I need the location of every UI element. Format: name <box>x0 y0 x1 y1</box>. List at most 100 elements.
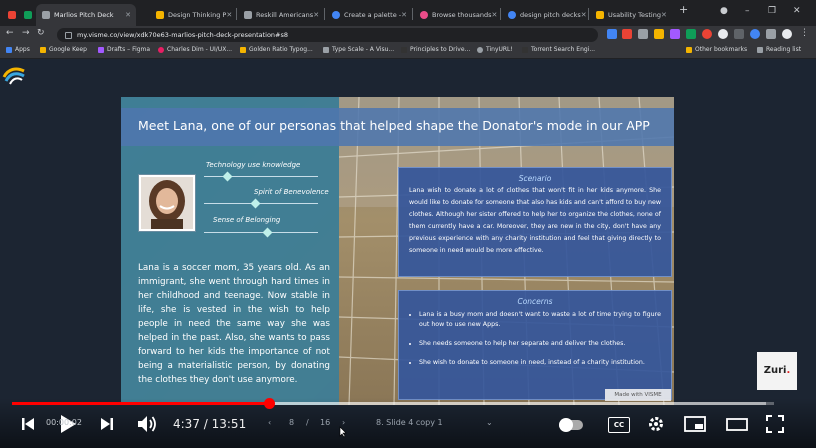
volume-icon[interactable] <box>136 414 158 434</box>
bookmark-figma[interactable]: Drafts – Figma <box>98 46 150 53</box>
extension-icon[interactable] <box>734 29 744 39</box>
visme-icon <box>42 11 50 19</box>
close-window-icon[interactable]: ✕ <box>793 6 801 16</box>
scenario-text: Lana wish to donate a lot of clothes tha… <box>409 187 661 254</box>
bookmark-principles[interactable]: Principles to Drive... <box>401 46 470 53</box>
lock-icon <box>65 31 72 39</box>
tab-label: Usability Testing <box>608 11 661 19</box>
tab-gmail[interactable] <box>2 4 18 26</box>
tab-marlios-pitch-deck[interactable]: Marlios Pitch Deck ✕ <box>36 4 136 26</box>
google-icon <box>508 11 516 19</box>
reload-icon[interactable]: ↻ <box>37 28 45 38</box>
maximize-icon[interactable]: ❐ <box>768 6 776 16</box>
bookmark-icon <box>240 46 246 53</box>
watermark-text: Zuri <box>763 365 787 376</box>
tab-create-palette[interactable]: Create a palette - ✕ <box>326 4 410 26</box>
extension-icon[interactable] <box>686 29 696 39</box>
scenario-card: Scenario Lana wish to donate a lot of cl… <box>398 167 672 277</box>
page-icon <box>401 46 407 53</box>
close-tab-icon[interactable]: ✕ <box>226 11 232 19</box>
close-tab-icon[interactable]: ✕ <box>313 11 319 19</box>
url-text: my.visme.co/view/xdk70e63-marlios-pitch-… <box>77 31 289 39</box>
forward-icon[interactable]: → <box>22 28 30 38</box>
new-tab-button[interactable]: + <box>679 3 688 16</box>
bookmark-type-scale[interactable]: Type Scale - A Visu... <box>323 46 394 53</box>
address-bar-row: ← → ↻ my.visme.co/view/xdk70e63-marlios-… <box>0 26 816 44</box>
extension-icon[interactable] <box>702 29 712 39</box>
close-tab-icon[interactable]: ✕ <box>661 11 667 19</box>
prev-slide-chevron-icon[interactable]: ‹ <box>268 418 271 427</box>
page-separator: / <box>306 418 309 427</box>
theater-mode-icon[interactable] <box>726 418 748 431</box>
slide-title: Meet Lana, one of our personas that help… <box>138 118 650 133</box>
tab-label: Browse thousands <box>432 11 492 19</box>
progress-played <box>12 402 269 405</box>
skill-slider-track <box>204 203 318 204</box>
tab-browse-thousands[interactable]: Browse thousands ✕ <box>414 4 498 26</box>
folder-icon <box>686 46 692 53</box>
extension-icon[interactable] <box>622 29 632 39</box>
reading-list[interactable]: Reading list <box>757 46 801 53</box>
back-icon[interactable]: ← <box>6 28 14 38</box>
chevron-down-icon[interactable]: ⌄ <box>486 418 493 427</box>
bookmark-icon <box>596 11 604 19</box>
previous-icon[interactable] <box>20 416 36 432</box>
tab-separator <box>236 8 237 20</box>
extension-icon[interactable] <box>670 29 680 39</box>
skill-label: Sense of Belonging <box>213 216 281 224</box>
presentation-slide: Meet Lana, one of our personas that help… <box>121 97 674 405</box>
channel-watermark[interactable]: Zuri. <box>757 352 797 390</box>
reading-list-icon <box>757 46 763 53</box>
bookmark-apps[interactable]: Apps <box>6 46 30 53</box>
extension-icon[interactable] <box>718 29 728 39</box>
bookmark-google-keep[interactable]: Google Keep <box>40 46 87 53</box>
autoplay-toggle[interactable] <box>559 418 583 432</box>
settings-gear-icon[interactable] <box>647 415 665 433</box>
profile-icon[interactable]: ● <box>720 6 728 16</box>
tab-design-pitch-decks[interactable]: design pitch decks ✕ <box>502 4 586 26</box>
figma-icon <box>98 46 104 53</box>
tab-usability-testing[interactable]: Usability Testing ✕ <box>590 4 670 26</box>
skill-slider-track <box>204 232 318 233</box>
menu-dots-icon[interactable]: ⋮ <box>800 28 809 38</box>
captions-button[interactable]: CC <box>608 417 630 433</box>
list-item: She wish to donate to someone in need, i… <box>419 358 661 368</box>
progress-scrubber[interactable] <box>263 398 275 409</box>
extension-icon[interactable] <box>654 29 664 39</box>
extension-icon[interactable] <box>607 29 617 39</box>
close-tab-icon[interactable]: ✕ <box>581 11 586 19</box>
slide-page-total: 16 <box>320 418 331 427</box>
scenario-title: Scenario <box>518 174 552 183</box>
tab-label: Reskill Americans <box>256 11 314 19</box>
gmail-icon <box>8 11 16 19</box>
tab-design-thinking[interactable]: Design Thinking P ✕ <box>150 4 234 26</box>
extension-icon[interactable] <box>750 29 760 39</box>
extension-icon[interactable] <box>638 29 648 39</box>
close-tab-icon[interactable]: ✕ <box>125 11 131 19</box>
minimize-icon[interactable]: – <box>745 6 750 16</box>
bookmark-golden-ratio[interactable]: Golden Ratio Typog... <box>240 46 313 53</box>
time-display: 4:37 / 13:51 <box>173 417 247 431</box>
close-tab-icon[interactable]: ✕ <box>492 11 498 19</box>
close-tab-icon[interactable]: ✕ <box>401 11 407 19</box>
next-icon[interactable] <box>99 416 115 432</box>
bookmark-tinyurl[interactable]: TinyURL! <box>477 46 513 53</box>
tab-label: Create a palette - <box>344 11 402 19</box>
tab-sheets[interactable] <box>18 4 34 26</box>
tab-label: Marlios Pitch Deck <box>54 11 114 19</box>
tab-reskill-americans[interactable]: Reskill Americans ✕ <box>238 4 322 26</box>
dribbble-icon <box>420 11 428 19</box>
bookmark-torrent[interactable]: Torrent Search Engi... <box>522 46 595 53</box>
progress-bar[interactable] <box>12 398 774 409</box>
slide-name-select[interactable]: 8. Slide 4 copy 1 <box>376 418 443 427</box>
profile-avatar-icon[interactable] <box>782 29 792 39</box>
bookmark-other[interactable]: Other bookmarks <box>686 46 747 53</box>
fullscreen-icon[interactable] <box>766 415 784 433</box>
url-field[interactable]: my.visme.co/view/xdk70e63-marlios-pitch-… <box>57 28 598 42</box>
miniplayer-icon[interactable] <box>684 416 706 432</box>
bookmark-icon <box>156 11 164 19</box>
bookmark-charles-dim[interactable]: Charles Dim - UI/UX... <box>158 46 232 53</box>
extensions-puzzle-icon[interactable] <box>766 29 776 39</box>
type-scale-icon <box>323 46 329 53</box>
avatar-icon <box>158 46 164 53</box>
